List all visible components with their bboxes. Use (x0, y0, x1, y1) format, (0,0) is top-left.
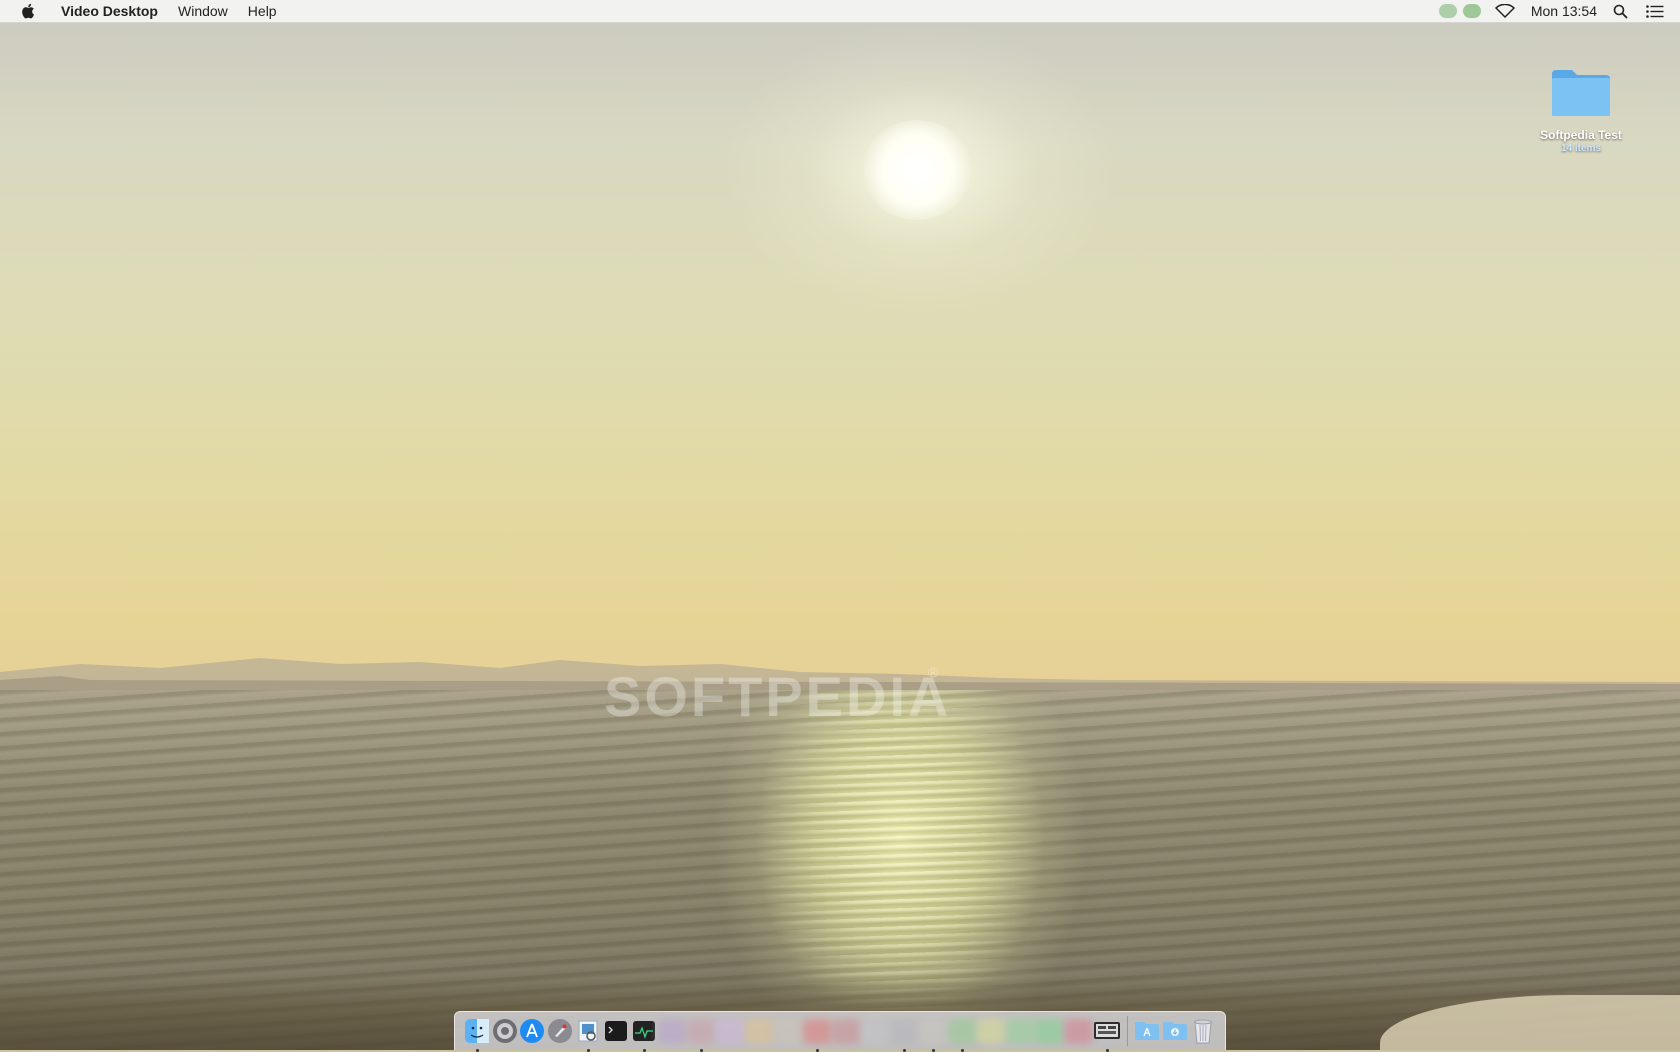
menu-app-name[interactable]: Video Desktop (51, 0, 168, 22)
running-indicator (960, 1048, 964, 1052)
notification-center-icon[interactable] (1646, 0, 1664, 22)
folder-name: Softpedia Test (1540, 128, 1622, 142)
apple-icon[interactable] (17, 0, 39, 22)
softpedia-watermark: SOFTPEDIA (604, 665, 952, 728)
finder-icon[interactable] (463, 1017, 491, 1052)
activity-monitor-icon[interactable] (630, 1017, 658, 1052)
folder-icon[interactable] (1550, 68, 1612, 118)
sun (862, 120, 972, 220)
blurred-app-icon[interactable] (715, 1017, 745, 1046)
app-store-icon[interactable] (519, 1017, 547, 1046)
sun-reflection-ripples (700, 690, 1100, 1010)
running-indicator (587, 1048, 591, 1052)
running-indicator (931, 1048, 935, 1052)
applications-stack-icon[interactable] (1134, 1017, 1162, 1046)
blurred-app-icon[interactable] (657, 1017, 687, 1046)
running-indicator (476, 1048, 479, 1052)
status-app-icon[interactable] (1438, 4, 1457, 18)
blurred-app-icon[interactable] (773, 1017, 803, 1046)
blurred-app-icon[interactable] (947, 1017, 977, 1052)
blurred-app-icon[interactable] (1063, 1017, 1093, 1046)
blurred-app-icon[interactable] (889, 1017, 919, 1052)
menu-bar: Video Desktop Window Help Mon 13:54 (0, 0, 1680, 23)
running-indicator (815, 1048, 819, 1052)
spotlight-search-icon[interactable] (1613, 0, 1628, 22)
blurred-app-icon[interactable] (831, 1017, 861, 1046)
blurred-app-icon[interactable] (918, 1017, 948, 1052)
trash-icon[interactable] (1189, 1017, 1217, 1046)
dock (454, 1011, 1226, 1052)
blurred-app-icon[interactable] (976, 1017, 1006, 1046)
system-preferences-icon[interactable] (491, 1017, 519, 1046)
menu-window[interactable]: Window (168, 0, 238, 22)
blurred-app-icon[interactable] (802, 1017, 832, 1052)
running-indicator (642, 1048, 646, 1052)
running-indicator (1105, 1048, 1109, 1052)
registered-mark: ® (928, 664, 939, 680)
desktop-wallpaper: SOFTPEDIA ® (0, 0, 1680, 1050)
blurred-app-icon[interactable] (1005, 1017, 1035, 1046)
wifi-icon[interactable] (1494, 0, 1515, 22)
downloads-stack-icon[interactable] (1161, 1017, 1189, 1046)
launchpad-icon[interactable] (546, 1017, 574, 1046)
folder-item-count: 14 items (1560, 143, 1602, 154)
blurred-app-icon[interactable] (744, 1017, 774, 1046)
menu-help[interactable]: Help (238, 0, 287, 22)
status-app-icons[interactable] (1433, 0, 1481, 22)
blurred-app-icon[interactable] (860, 1017, 890, 1046)
running-indicator (902, 1048, 906, 1052)
terminal-icon[interactable] (602, 1017, 630, 1046)
menu-clock[interactable]: Mon 13:54 (1531, 0, 1597, 22)
video-desktop-icon[interactable] (1093, 1017, 1121, 1052)
blurred-app-icon[interactable] (686, 1017, 716, 1052)
running-indicator (699, 1048, 703, 1052)
blurred-app-icon[interactable] (1034, 1017, 1064, 1046)
desktop-folder-softpedia-test[interactable]: Softpedia Test 14 items (1528, 68, 1634, 154)
status-app-icon[interactable] (1462, 4, 1481, 18)
preview-icon[interactable] (574, 1017, 602, 1052)
dock-separator (1126, 1016, 1128, 1046)
